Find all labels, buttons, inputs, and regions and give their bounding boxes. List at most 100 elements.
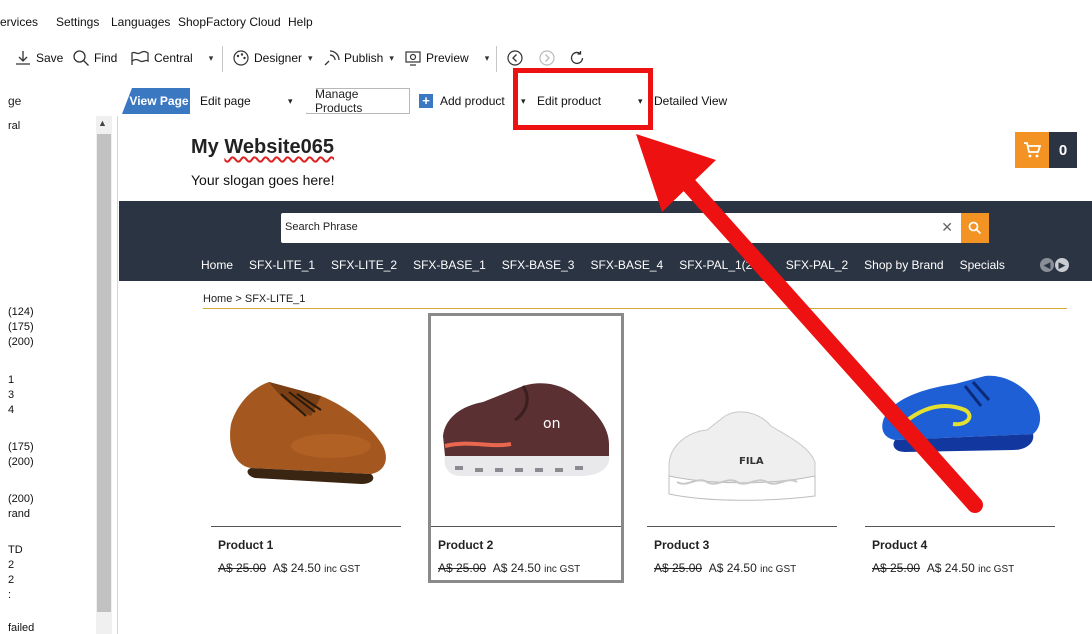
tree-item[interactable]: (200) xyxy=(8,493,34,505)
preview-icon xyxy=(405,51,421,66)
tree-scrollbar-thumb[interactable] xyxy=(97,134,111,612)
new-price: A$ 24.50 xyxy=(492,561,541,575)
old-price: A$ 25.00 xyxy=(218,561,267,575)
svg-text:on: on xyxy=(543,416,560,432)
product-name[interactable]: Product 1 xyxy=(218,538,273,552)
nav-next-icon[interactable]: ▶ xyxy=(1055,258,1069,272)
site-tree-panel: ral (124) (175) (200) 1 3 4 (175) (200) … xyxy=(0,116,118,634)
toolbar-separator xyxy=(222,46,223,72)
toolbar-separator xyxy=(496,46,497,72)
forward-button[interactable] xyxy=(538,46,556,70)
tax-label: inc GST xyxy=(978,564,1015,575)
preview-button[interactable]: Preview ▾ xyxy=(404,46,489,70)
tree-item[interactable]: 1 xyxy=(8,374,14,386)
tab-edit-page[interactable]: Edit page xyxy=(200,94,251,108)
site-nav: Home SFX-LITE_1 SFX-LITE_2 SFX-BASE_1 SF… xyxy=(201,258,1021,272)
tax-label: inc GST xyxy=(324,564,361,575)
tree-item[interactable]: (200) xyxy=(8,336,34,348)
product-card[interactable]: on Product 2 A$ 25.00 A$ 24.50 inc GST xyxy=(428,313,624,583)
product-image[interactable]: on xyxy=(431,336,621,516)
nav-sfx-pal-2[interactable]: SFX-PAL_2 xyxy=(786,258,848,272)
tab-view-page[interactable]: View Page xyxy=(122,88,190,114)
search-button[interactable] xyxy=(961,213,989,243)
old-price: A$ 25.00 xyxy=(438,561,487,575)
product-card[interactable]: FILA Product 3 A$ 25.00 A$ 24.50 inc GST xyxy=(647,316,837,580)
menu-bar: ervices Settings Languages ShopFactory C… xyxy=(0,0,1092,34)
tree-item[interactable]: (200) xyxy=(8,456,34,468)
clear-icon[interactable]: ✕ xyxy=(941,219,953,236)
breadcrumb[interactable]: Home > SFX-LITE_1 xyxy=(203,293,305,305)
product-price: A$ 25.00 A$ 24.50 inc GST xyxy=(438,561,580,575)
tree-item[interactable]: (175) xyxy=(8,321,34,333)
chevron-down-icon[interactable]: ▾ xyxy=(288,96,293,107)
old-price: A$ 25.00 xyxy=(654,561,703,575)
menu-help[interactable]: Help xyxy=(288,15,313,29)
tree-item[interactable]: : xyxy=(8,589,11,601)
tax-label: inc GST xyxy=(760,564,797,575)
nav-prev-icon[interactable]: ◀ xyxy=(1040,258,1054,272)
tab-add-product[interactable]: Add product xyxy=(440,94,505,108)
site-title-word: Website065 xyxy=(224,136,335,158)
nav-sfx-lite-2[interactable]: SFX-LITE_2 xyxy=(331,258,397,272)
chevron-down-icon[interactable]: ▾ xyxy=(485,53,490,64)
designer-button[interactable]: Designer ▾ xyxy=(232,46,313,70)
cart-button[interactable]: 0 xyxy=(1015,132,1077,168)
product-name[interactable]: Product 2 xyxy=(438,538,493,552)
chevron-down-icon[interactable]: ▾ xyxy=(209,53,214,64)
central-label: Central xyxy=(154,51,193,65)
refresh-button[interactable] xyxy=(568,46,586,70)
scroll-up-icon[interactable]: ▲ xyxy=(98,118,107,128)
product-divider xyxy=(647,526,837,527)
nav-sfx-lite-1[interactable]: SFX-LITE_1 xyxy=(249,258,315,272)
product-card[interactable]: Product 1 A$ 25.00 A$ 24.50 inc GST xyxy=(211,316,401,580)
menu-settings[interactable]: Settings xyxy=(56,15,99,29)
publish-button[interactable]: Publish ▾ xyxy=(322,46,394,70)
nav-home[interactable]: Home xyxy=(201,258,233,272)
tree-item[interactable]: 2 xyxy=(8,574,14,586)
product-name[interactable]: Product 3 xyxy=(654,538,709,552)
menu-shopfactory-cloud[interactable]: ShopFactory Cloud xyxy=(178,15,281,29)
tree-item[interactable]: TD xyxy=(8,544,23,556)
back-button[interactable] xyxy=(506,46,524,70)
product-image[interactable]: FILA xyxy=(647,336,837,516)
tree-item[interactable]: rand xyxy=(8,508,30,520)
tree-item[interactable]: failed xyxy=(8,622,34,634)
product-card[interactable]: Product 4 A$ 25.00 A$ 24.50 inc GST xyxy=(865,316,1055,580)
page-preview: My Website065 Your slogan goes here! 0 S… xyxy=(119,116,1092,634)
menu-languages[interactable]: Languages xyxy=(111,15,170,29)
save-button[interactable]: Save xyxy=(14,46,63,70)
chevron-down-icon[interactable]: ▾ xyxy=(389,53,394,64)
tree-item[interactable]: 4 xyxy=(8,404,14,416)
product-image[interactable] xyxy=(865,336,1055,516)
site-slogan[interactable]: Your slogan goes here! xyxy=(191,172,334,188)
nav-sfx-base-3[interactable]: SFX-BASE_3 xyxy=(502,258,575,272)
nav-specials[interactable]: Specials xyxy=(960,258,1005,272)
tree-item[interactable]: 3 xyxy=(8,389,14,401)
nav-shop-by-brand[interactable]: Shop by Brand xyxy=(864,258,943,272)
nav-sfx-pal-1[interactable]: SFX-PAL_1(200) xyxy=(679,258,770,272)
designer-label: Designer xyxy=(254,51,303,65)
old-price: A$ 25.00 xyxy=(872,561,921,575)
tab-detailed-view[interactable]: Detailed View xyxy=(654,94,727,108)
left-panel-header: ge xyxy=(8,94,22,108)
tree-item[interactable]: (124) xyxy=(8,306,34,318)
product-name[interactable]: Product 4 xyxy=(872,538,927,552)
tree-item[interactable]: (175) xyxy=(8,441,34,453)
tree-item[interactable]: 2 xyxy=(8,559,14,571)
site-title[interactable]: My Website065 xyxy=(191,136,334,159)
central-button[interactable]: Central ▾ xyxy=(130,46,213,70)
nav-sfx-base-1[interactable]: SFX-BASE_1 xyxy=(413,258,486,272)
chevron-down-icon[interactable]: ▾ xyxy=(308,53,313,64)
plus-icon[interactable]: + xyxy=(419,94,433,108)
product-image[interactable] xyxy=(211,336,401,516)
product-divider xyxy=(865,526,1055,527)
tree-item[interactable]: ral xyxy=(8,120,20,132)
find-button[interactable]: Find xyxy=(72,46,117,70)
tab-manage-products[interactable]: Manage Products xyxy=(306,88,410,114)
new-price: A$ 24.50 xyxy=(926,561,975,575)
cart-count: 0 xyxy=(1049,132,1077,168)
nav-sfx-base-4[interactable]: SFX-BASE_4 xyxy=(590,258,663,272)
search-input[interactable]: Search Phrase ✕ xyxy=(281,213,963,243)
menu-services[interactable]: ervices xyxy=(0,15,38,29)
publish-label: Publish xyxy=(344,51,384,65)
